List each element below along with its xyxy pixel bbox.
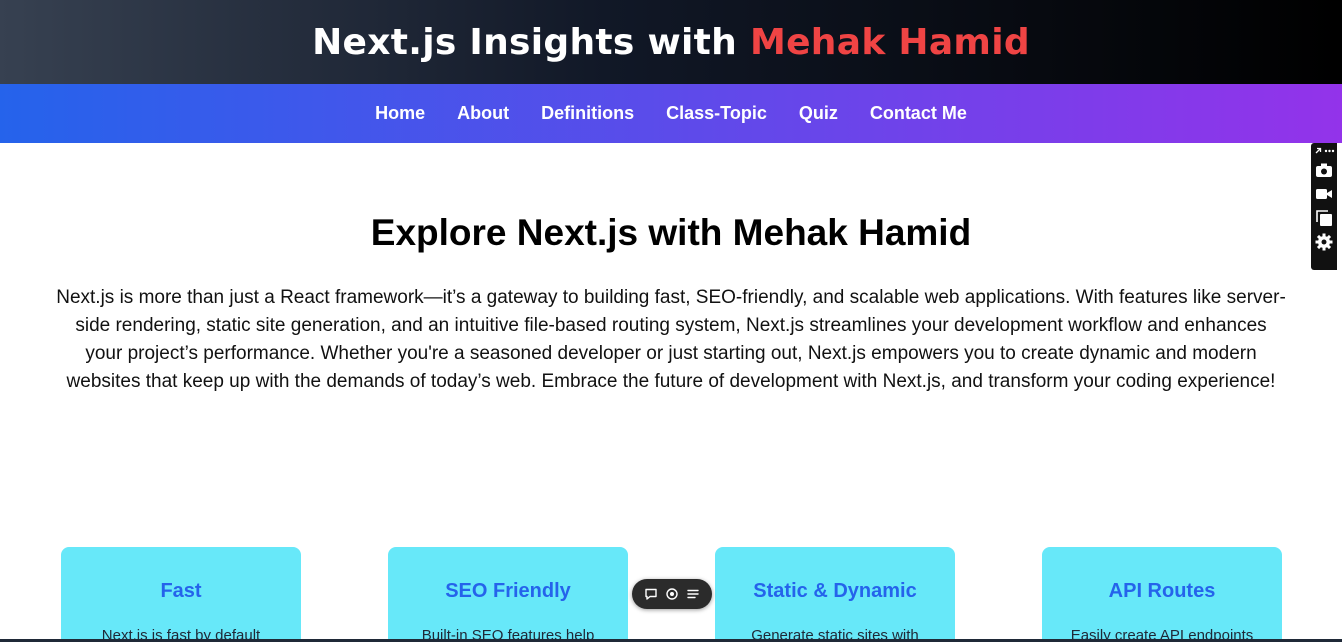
feature-card-title: Static & Dynamic [753,580,917,602]
feature-card-api-routes: API Routes Easily create API endpoints [1042,547,1282,642]
site-header: Next.js Insights with Mehak Hamid [0,0,1342,84]
nav-about[interactable]: About [457,103,509,124]
feature-card-static-dynamic: Static & Dynamic Generate static sites w… [715,547,955,642]
floating-toolbar [632,579,712,609]
nav-contact-me[interactable]: Contact Me [870,103,967,124]
nav-quiz[interactable]: Quiz [799,103,838,124]
feature-card-seo-friendly: SEO Friendly Built-in SEO features help [388,547,628,642]
settings-icon[interactable] [1314,232,1334,252]
feature-card-title: Fast [160,580,202,602]
video-icon[interactable] [1314,184,1334,204]
main-nav: Home About Definitions Class-Topic Quiz … [0,84,1342,143]
hero-text: Next.js is more than just a React framew… [56,287,1286,392]
link-icon[interactable] [1313,146,1335,156]
comment-icon[interactable] [644,587,658,601]
nav-definitions[interactable]: Definitions [541,103,634,124]
side-panel [1311,143,1337,270]
record-icon[interactable] [665,587,679,601]
hero-heading: Explore Next.js with Mehak Hamid [370,212,972,253]
site-title: Next.js Insights with Mehak Hamid [312,22,1030,63]
site-title-main: Next.js Insights with [312,21,738,63]
menu-icon[interactable] [686,587,700,601]
nav-home[interactable]: Home [375,103,425,124]
feature-card-title: SEO Friendly [445,580,571,602]
more-icon [1324,149,1328,153]
feature-card-fast: Fast Next.js is fast by default [61,547,301,642]
camera-icon[interactable] [1314,160,1334,180]
copy-icon[interactable] [1314,208,1334,228]
site-title-accent: Mehak Hamid [749,21,1030,63]
feature-card-title: API Routes [1108,580,1216,602]
nav-class-topic[interactable]: Class-Topic [666,103,767,124]
